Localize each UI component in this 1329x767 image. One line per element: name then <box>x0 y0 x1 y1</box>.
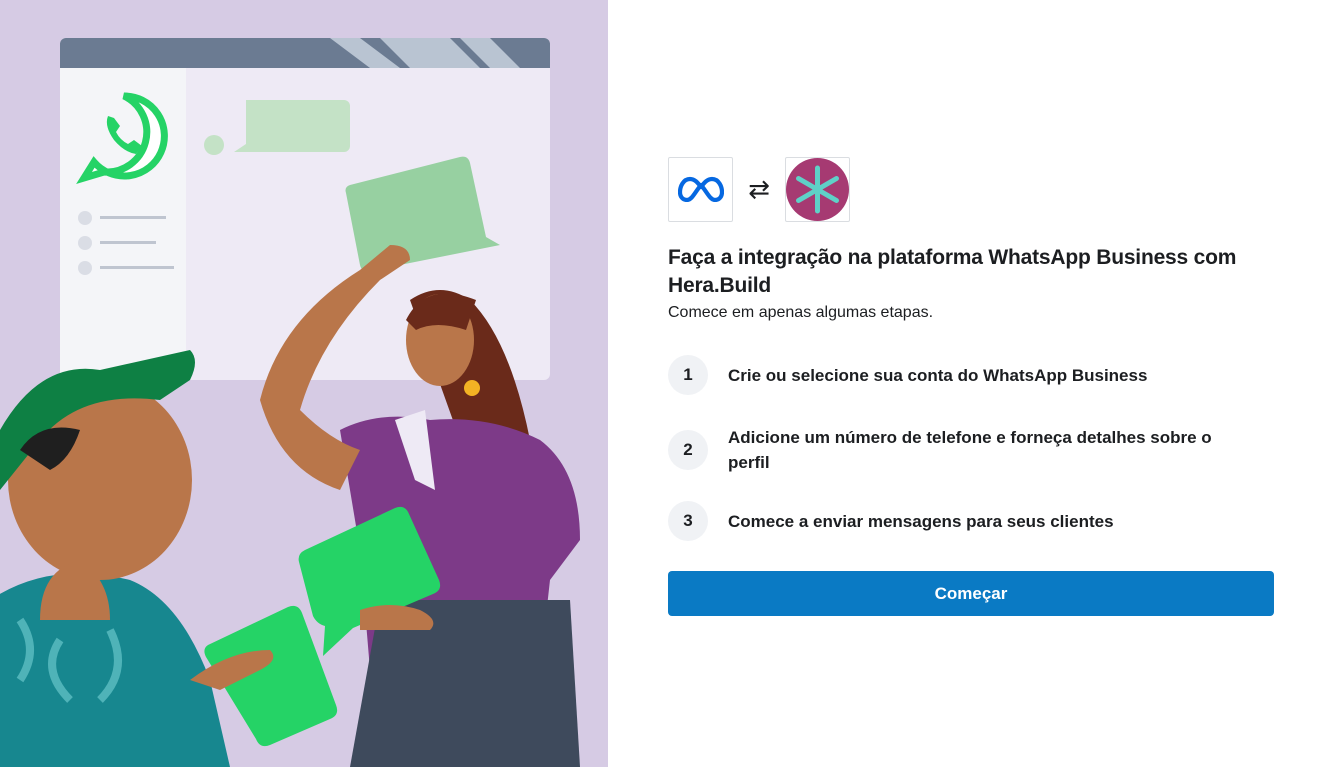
start-button[interactable]: Começar <box>668 571 1274 616</box>
step-text: Crie ou selecione sua conta do WhatsApp … <box>728 365 1148 385</box>
onboarding-illustration <box>0 0 608 767</box>
step-number-badge: 2 <box>668 430 708 470</box>
step-number-badge: 3 <box>668 501 708 541</box>
meta-logo <box>668 156 733 222</box>
page-subtitle: Comece em apenas algumas etapas. <box>668 304 934 321</box>
hera-build-logo <box>785 156 850 222</box>
step-number-badge: 1 <box>668 355 708 395</box>
step-item-1: 1 Crie ou selecione sua conta do WhatsAp… <box>668 355 1274 395</box>
partner-logos: ⇄ <box>668 156 1274 222</box>
meta-logo-icon <box>677 176 724 202</box>
integration-panel: ⇄ Faça a integração na plataforma WhatsA… <box>668 156 1274 616</box>
step-item-2: 2 Adicione um número de telefone e forne… <box>668 425 1274 475</box>
page-title: Faça a integração na plataforma WhatsApp… <box>668 246 1237 297</box>
step-item-3: 3 Comece a enviar mensagens para seus cl… <box>668 501 1274 541</box>
step-text: Comece a enviar mensagens para seus clie… <box>728 511 1114 531</box>
hera-build-logo-icon <box>786 157 849 221</box>
steps-list: 1 Crie ou selecione sua conta do WhatsAp… <box>668 355 1274 541</box>
illustration-art <box>0 38 580 767</box>
step-text: Adicione um número de telefone e forneça… <box>728 428 1212 472</box>
swap-arrows-icon: ⇄ <box>748 174 770 204</box>
